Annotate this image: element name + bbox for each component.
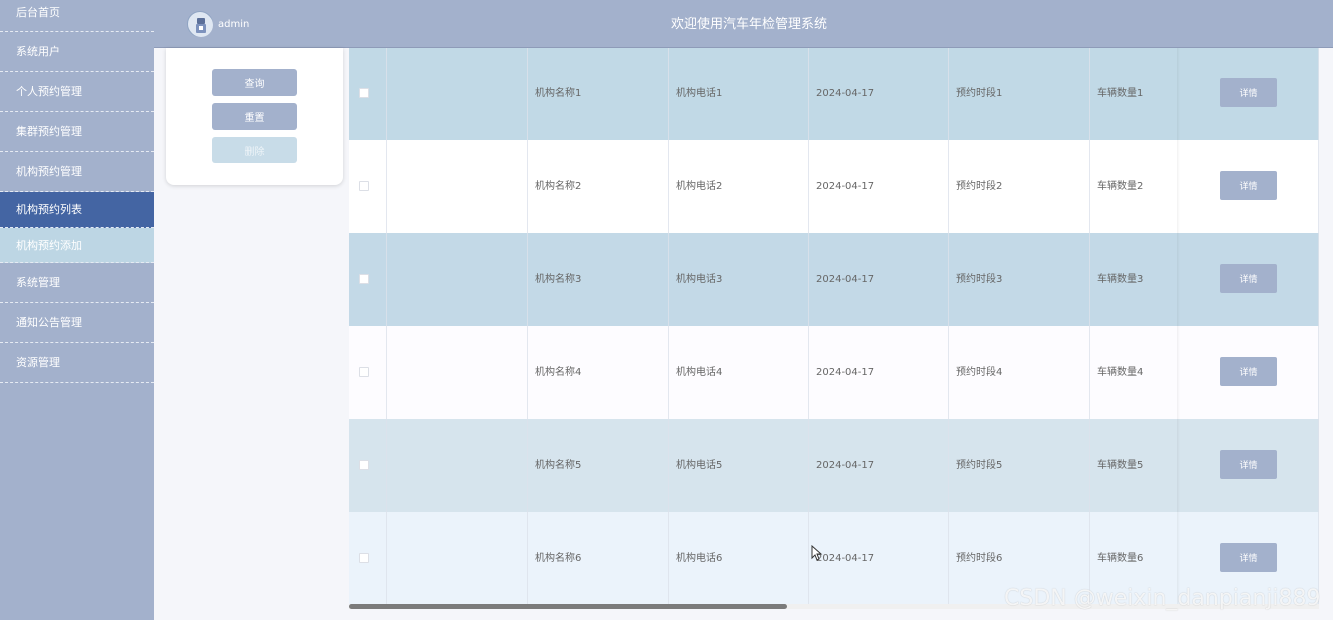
checkbox-cell	[349, 48, 387, 140]
reservation-slot-cell: 预约时段3	[949, 233, 1090, 326]
table-row[interactable]: 机构名称3 机构电话3 2024-04-17 预约时段3 车辆数量3 详情	[349, 233, 1319, 326]
institution-phone-cell: 机构电话2	[669, 140, 809, 233]
sidebar-item-notice-management[interactable]: 通知公告管理	[0, 303, 154, 343]
reservation-date-cell: 2024-04-17	[809, 512, 949, 605]
row-checkbox[interactable]	[359, 181, 369, 191]
row-checkbox[interactable]	[359, 367, 369, 377]
sidebar: 后台首页 系统用户 个人预约管理 集群预约管理 机构预约管理 机构预约列表 机构…	[0, 0, 154, 620]
blank-cell	[387, 326, 528, 419]
row-checkbox[interactable]	[359, 274, 369, 284]
table-row[interactable]: 机构名称5 机构电话5 2024-04-17 预约时段5 车辆数量5 详情	[349, 419, 1319, 512]
checkbox-cell	[349, 140, 387, 233]
vehicle-count-cell: 车辆数量3	[1097, 274, 1144, 285]
page-title: 欢迎使用汽车年检管理系统	[670, 17, 827, 32]
scrollbar-thumb[interactable]	[349, 604, 787, 609]
delete-button[interactable]: 删除	[212, 137, 297, 163]
reservation-slot-cell: 预约时段2	[949, 140, 1090, 233]
fixed-column-shadow	[1177, 48, 1180, 606]
table-row[interactable]: 机构名称1 机构电话1 2024-04-17 预约时段1 车辆数量1 详情	[349, 48, 1319, 140]
detail-button[interactable]: 详情	[1220, 171, 1277, 200]
blank-cell	[387, 140, 528, 233]
row-checkbox[interactable]	[359, 460, 369, 470]
institution-phone-cell: 机构电话5	[669, 419, 809, 512]
row-checkbox[interactable]	[359, 88, 369, 98]
vehicle-count-cell: 车辆数量2	[1097, 181, 1144, 192]
sidebar-item-institution-add[interactable]: 机构预约添加	[0, 228, 154, 263]
checkbox-cell	[349, 419, 387, 512]
sidebar-item-group-reservations[interactable]: 集群预约管理	[0, 112, 154, 152]
sidebar-item-system-management[interactable]: 系统管理	[0, 263, 154, 303]
detail-button[interactable]: 详情	[1220, 78, 1277, 107]
reservation-slot-cell: 预约时段1	[949, 48, 1090, 140]
reservation-date-cell: 2024-04-17	[809, 140, 949, 233]
sidebar-item-system-users[interactable]: 系统用户	[0, 32, 154, 72]
sidebar-item-home[interactable]: 后台首页	[0, 0, 154, 32]
blank-cell	[387, 233, 528, 326]
checkbox-cell	[349, 233, 387, 326]
detail-button[interactable]: 详情	[1220, 264, 1277, 293]
institution-name-cell: 机构名称3	[528, 233, 669, 326]
table-row[interactable]: 机构名称4 机构电话4 2024-04-17 预约时段4 车辆数量4 详情	[349, 326, 1319, 419]
sidebar-item-institution-list[interactable]: 机构预约列表	[0, 192, 154, 228]
search-panel: 查询 重置 删除	[166, 48, 343, 185]
reservation-slot-cell: 预约时段4	[949, 326, 1090, 419]
blank-cell	[387, 512, 528, 605]
vehicle-count-cell: 车辆数量5	[1097, 460, 1144, 471]
institution-name-cell: 机构名称2	[528, 140, 669, 233]
top-header: admin 欢迎使用汽车年检管理系统	[154, 0, 1333, 48]
vehicle-count-cell: 车辆数量4	[1097, 367, 1144, 378]
data-table: 机构名称1 机构电话1 2024-04-17 预约时段1 车辆数量1 详情 机构名称2 机构电…	[349, 48, 1319, 606]
watermark: CSDN @weixin_danpianji889	[1004, 586, 1321, 611]
institution-name-cell: 机构名称5	[528, 419, 669, 512]
detail-button[interactable]: 详情	[1220, 450, 1277, 479]
query-button[interactable]: 查询	[212, 69, 297, 96]
sidebar-item-institution-reservations[interactable]: 机构预约管理	[0, 152, 154, 192]
reservation-slot-cell: 预约时段5	[949, 419, 1090, 512]
reservation-date-cell: 2024-04-17	[809, 48, 949, 140]
institution-phone-cell: 机构电话4	[669, 326, 809, 419]
reservation-date-cell: 2024-04-17	[809, 419, 949, 512]
reservation-date-cell: 2024-04-17	[809, 326, 949, 419]
institution-name-cell: 机构名称4	[528, 326, 669, 419]
institution-name-cell: 机构名称1	[528, 48, 669, 140]
detail-button[interactable]: 详情	[1220, 357, 1277, 386]
mouse-cursor-icon	[811, 545, 823, 561]
checkbox-cell	[349, 326, 387, 419]
sidebar-item-personal-reservations[interactable]: 个人预约管理	[0, 72, 154, 112]
institution-phone-cell: 机构电话6	[669, 512, 809, 605]
row-checkbox[interactable]	[359, 553, 369, 563]
blank-cell	[387, 48, 528, 140]
institution-name-cell: 机构名称6	[528, 512, 669, 605]
table-row[interactable]: 机构名称2 机构电话2 2024-04-17 预约时段2 车辆数量2 详情	[349, 140, 1319, 233]
institution-phone-cell: 机构电话3	[669, 233, 809, 326]
institution-phone-cell: 机构电话1	[669, 48, 809, 140]
blank-cell	[387, 419, 528, 512]
sidebar-item-resource-management[interactable]: 资源管理	[0, 343, 154, 383]
detail-button[interactable]: 详情	[1220, 543, 1277, 572]
reservation-date-cell: 2024-04-17	[809, 233, 949, 326]
checkbox-cell	[349, 512, 387, 605]
vehicle-count-cell: 车辆数量1	[1097, 88, 1144, 99]
reset-button[interactable]: 重置	[212, 103, 297, 130]
